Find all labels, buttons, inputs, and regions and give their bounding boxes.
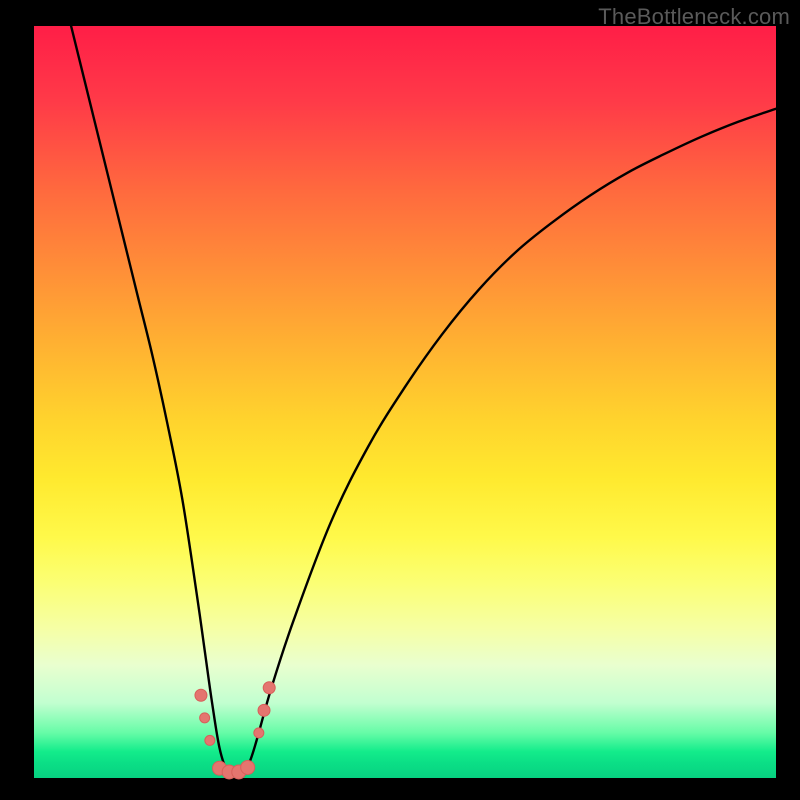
data-marker [195, 689, 207, 701]
plot-area [34, 26, 776, 778]
chart-frame: TheBottleneck.com [0, 0, 800, 800]
data-marker [263, 682, 275, 694]
data-marker [241, 760, 255, 774]
data-marker [258, 704, 270, 716]
curve-markers [195, 682, 275, 779]
watermark-text: TheBottleneck.com [598, 4, 790, 30]
bottleneck-curve [71, 26, 776, 776]
data-marker [205, 735, 215, 745]
curve-layer [34, 26, 776, 778]
data-marker [200, 713, 210, 723]
data-marker [254, 728, 264, 738]
